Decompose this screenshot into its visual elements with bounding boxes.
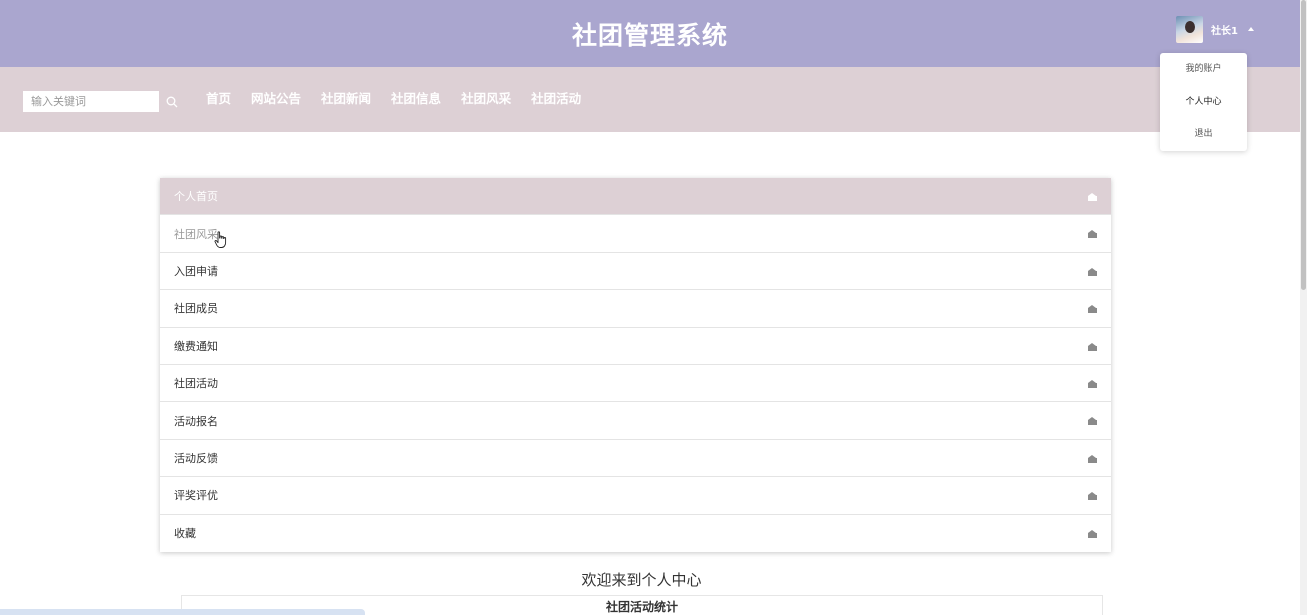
home-icon [1088,267,1097,276]
menu-item-label: 评奖评优 [174,489,218,503]
nav-link-home[interactable]: 首页 [206,91,231,107]
menu-item-club-showcase[interactable]: 社团风采 [160,215,1111,253]
nav-link-announcements[interactable]: 网站公告 [251,91,301,107]
menu-item-payment-notice[interactable]: 缴费通知 [160,328,1111,365]
header: 社团管理系统 社长1 [0,0,1300,67]
dropdown-item-personal-center[interactable]: 个人中心 [1160,86,1247,119]
nav-link-club-activities[interactable]: 社团活动 [531,91,581,107]
menu-item-label: 收藏 [174,527,196,541]
home-icon [1088,193,1097,201]
dropdown-item-logout[interactable]: 退出 [1160,118,1247,151]
caret-up-icon [1247,27,1254,31]
avatar [1176,15,1203,43]
search-input[interactable] [23,91,159,112]
nav-link-club-info[interactable]: 社团信息 [391,91,441,107]
nav-link-club-showcase[interactable]: 社团风采 [461,91,511,107]
hand-cursor-icon [214,231,227,248]
home-icon [1088,492,1097,501]
menu-item-personal-home[interactable]: 个人首页 [160,178,1111,216]
menu-item-favorites[interactable]: 收藏 [160,515,1111,552]
scrollbar-thumb[interactable] [1301,0,1306,290]
home-icon [1088,529,1097,538]
home-icon [1088,454,1097,463]
nav-links: 首页 网站公告 社团新闻 社团信息 社团风采 社团活动 [206,91,601,107]
user-name: 社长1 [1211,25,1238,37]
menu-item-join-application[interactable]: 入团申请 [160,253,1111,291]
navbar: 首页 网站公告 社团新闻 社团信息 社团风采 社团活动 [0,67,1300,132]
menu-item-activity-feedback[interactable]: 活动反馈 [160,440,1111,478]
menu-item-label: 缴费通知 [174,339,218,353]
menu-item-label: 个人首页 [174,190,218,204]
home-icon [1088,305,1097,314]
home-icon [1088,379,1097,388]
dropdown-item-my-account[interactable]: 我的账户 [1160,53,1247,86]
personal-menu: 个人首页 社团风采 入团申请 社团成员 缴费通知 社团活动 活动报名 活动反馈 … [160,178,1111,552]
menu-item-label: 社团风采 [174,227,218,241]
nav-link-club-news[interactable]: 社团新闻 [321,91,371,107]
home-icon [1088,230,1097,239]
menu-item-label: 社团成员 [174,302,218,316]
menu-item-activity-signup[interactable]: 活动报名 [160,402,1111,440]
search-icon[interactable] [166,96,178,108]
menu-item-awards[interactable]: 评奖评优 [160,477,1111,515]
welcome-text: 欢迎来到个人中心 [581,571,702,589]
menu-item-label: 活动反馈 [174,451,218,465]
menu-item-label: 入团申请 [174,264,218,278]
menu-item-label: 活动报名 [174,414,218,428]
bottom-bar [0,609,365,615]
menu-item-label: 社团活动 [174,377,218,391]
menu-item-club-activities[interactable]: 社团活动 [160,365,1111,403]
home-icon [1088,342,1097,351]
site-title: 社团管理系统 [571,21,728,50]
user-menu-toggle[interactable]: 社长1 [1176,15,1254,43]
page-scrollbar[interactable] [1300,0,1307,615]
home-icon [1088,417,1097,426]
user-dropdown: 我的账户 个人中心 退出 [1160,53,1247,151]
menu-item-club-members[interactable]: 社团成员 [160,290,1111,328]
